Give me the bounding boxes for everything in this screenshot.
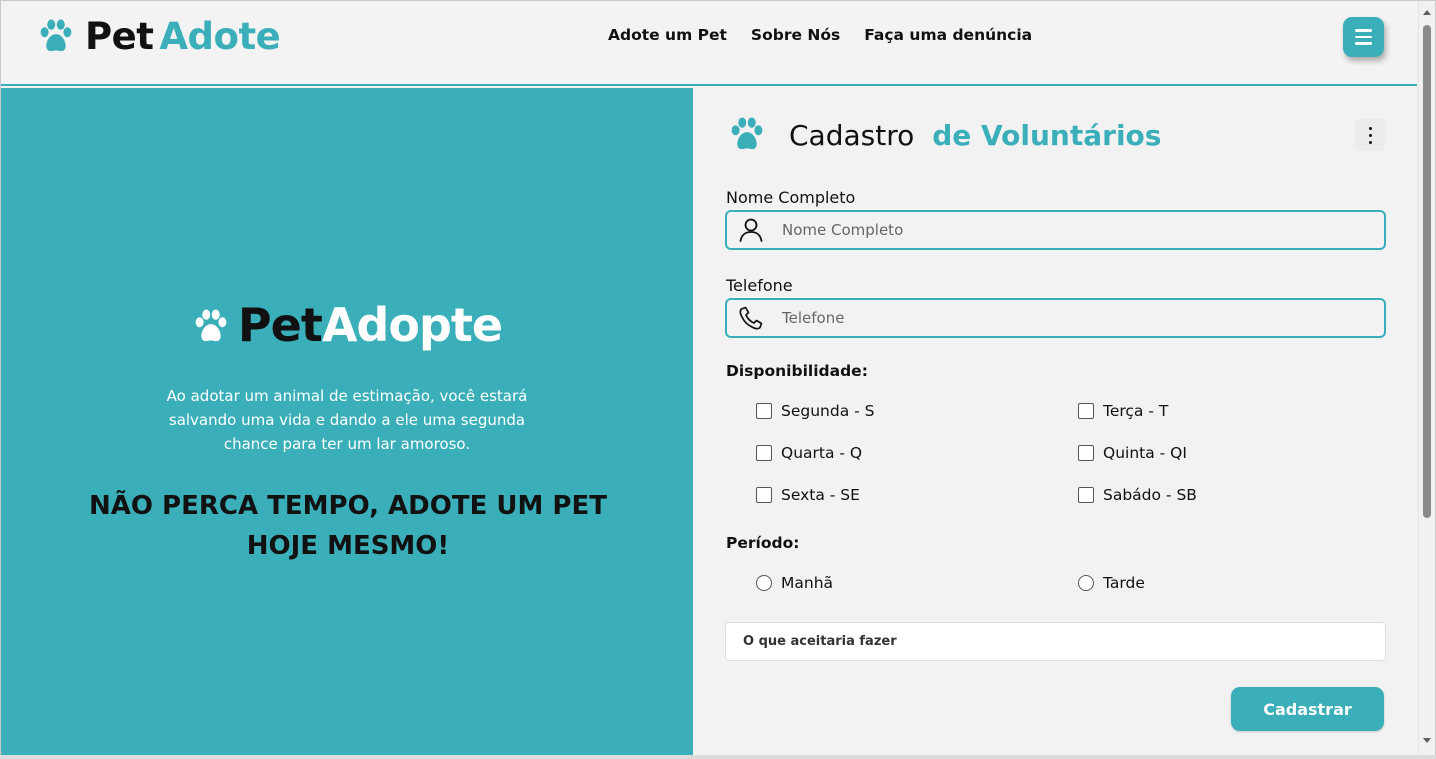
option-label: Manhã xyxy=(781,574,834,592)
radio-button[interactable] xyxy=(756,575,772,591)
form-title-part1: Cadastro xyxy=(789,118,915,152)
paw-icon xyxy=(195,309,227,342)
day-option-sexta[interactable]: Sexta - SE xyxy=(756,486,860,504)
hero-call-to-action: NÃO PERCA TEMPO, ADOTE UM PET HOJE MESMO… xyxy=(89,491,607,561)
phone-input[interactable] xyxy=(782,309,1362,327)
day-option-segunda[interactable]: Segunda - S xyxy=(756,402,874,420)
navbar: Pet Adote Adote um Pet Sobre Nós Faça uma… xyxy=(1,1,1417,86)
option-label: Terça - T xyxy=(1103,402,1169,420)
kebab-menu-icon[interactable] xyxy=(1355,119,1385,151)
hamburger-line xyxy=(1355,35,1372,39)
availability-heading: Disponibilidade: xyxy=(726,362,868,380)
option-label: Sabádo - SB xyxy=(1103,486,1197,504)
hero-logo: Pet Adopte xyxy=(1,298,693,352)
form-title: Cadastro de Voluntários xyxy=(727,116,1161,154)
hero-description: Ao adotar um animal de estimação, você e… xyxy=(166,387,528,453)
hero-panel: Pet Adopte Ao adotar um animal de estimaç… xyxy=(1,88,693,755)
option-label: Sexta - SE xyxy=(781,486,860,504)
nav-link-sobre-nos[interactable]: Sobre Nós xyxy=(751,26,840,44)
day-option-terca[interactable]: Terça - T xyxy=(1078,402,1168,420)
checkbox[interactable] xyxy=(1078,487,1094,503)
nav-links: Adote um Pet Sobre Nós Faça uma denúncia xyxy=(608,26,1032,44)
phone-icon xyxy=(739,306,763,330)
form-title-part2: de Voluntários xyxy=(932,118,1162,152)
checkbox[interactable] xyxy=(1078,403,1094,419)
brand-name-part2: Adote xyxy=(159,15,281,58)
brand-name-part1: Pet xyxy=(85,15,154,58)
scrollbar-thumb[interactable] xyxy=(1423,25,1431,518)
name-label: Nome Completo xyxy=(726,188,856,207)
phone-field[interactable] xyxy=(725,298,1386,338)
bottom-edge xyxy=(0,755,1436,759)
hamburger-line xyxy=(1355,42,1372,45)
hero-logo-part2: Adopte xyxy=(321,298,503,352)
checkbox[interactable] xyxy=(756,445,772,461)
submit-button[interactable]: Cadastrar xyxy=(1231,687,1384,731)
day-option-quarta[interactable]: Quarta - Q xyxy=(756,444,862,462)
nav-link-adote-um-pet[interactable]: Adote um Pet xyxy=(608,26,727,44)
period-heading: Período: xyxy=(726,534,800,552)
option-label: Segunda - S xyxy=(781,402,875,420)
hamburger-line xyxy=(1355,29,1372,32)
period-option-manha[interactable]: Manhã xyxy=(756,574,833,592)
checkbox[interactable] xyxy=(1078,445,1094,461)
volunteer-form: Cadastro de Voluntários Nome Completo Te… xyxy=(693,88,1417,755)
day-option-sabado[interactable]: Sabádo - SB xyxy=(1078,486,1197,504)
day-option-quinta[interactable]: Quinta - QI xyxy=(1078,444,1187,462)
option-label: Quinta - QI xyxy=(1103,444,1187,462)
name-input[interactable] xyxy=(782,221,1362,239)
vertical-scrollbar[interactable] xyxy=(1418,1,1435,758)
hamburger-menu-button[interactable] xyxy=(1343,17,1384,57)
user-icon xyxy=(739,218,763,242)
hero-logo-part1: Pet xyxy=(237,298,323,352)
name-field[interactable] xyxy=(725,210,1386,250)
scroll-down-arrow-icon[interactable] xyxy=(1423,738,1431,743)
paw-icon xyxy=(731,117,763,150)
checkbox[interactable] xyxy=(756,487,772,503)
phone-label: Telefone xyxy=(726,276,793,295)
period-option-tarde[interactable]: Tarde xyxy=(1078,574,1145,592)
paw-icon xyxy=(40,19,72,51)
radio-button[interactable] xyxy=(1078,575,1094,591)
option-label: Quarta - Q xyxy=(781,444,863,462)
option-label: Tarde xyxy=(1103,574,1145,592)
tasks-textarea[interactable]: O que aceitaria fazer xyxy=(725,622,1386,661)
checkbox[interactable] xyxy=(756,403,772,419)
nav-link-denuncia[interactable]: Faça uma denúncia xyxy=(864,26,1032,44)
scroll-up-arrow-icon[interactable] xyxy=(1423,10,1431,15)
brand-logo[interactable]: Pet Adote xyxy=(37,15,281,58)
